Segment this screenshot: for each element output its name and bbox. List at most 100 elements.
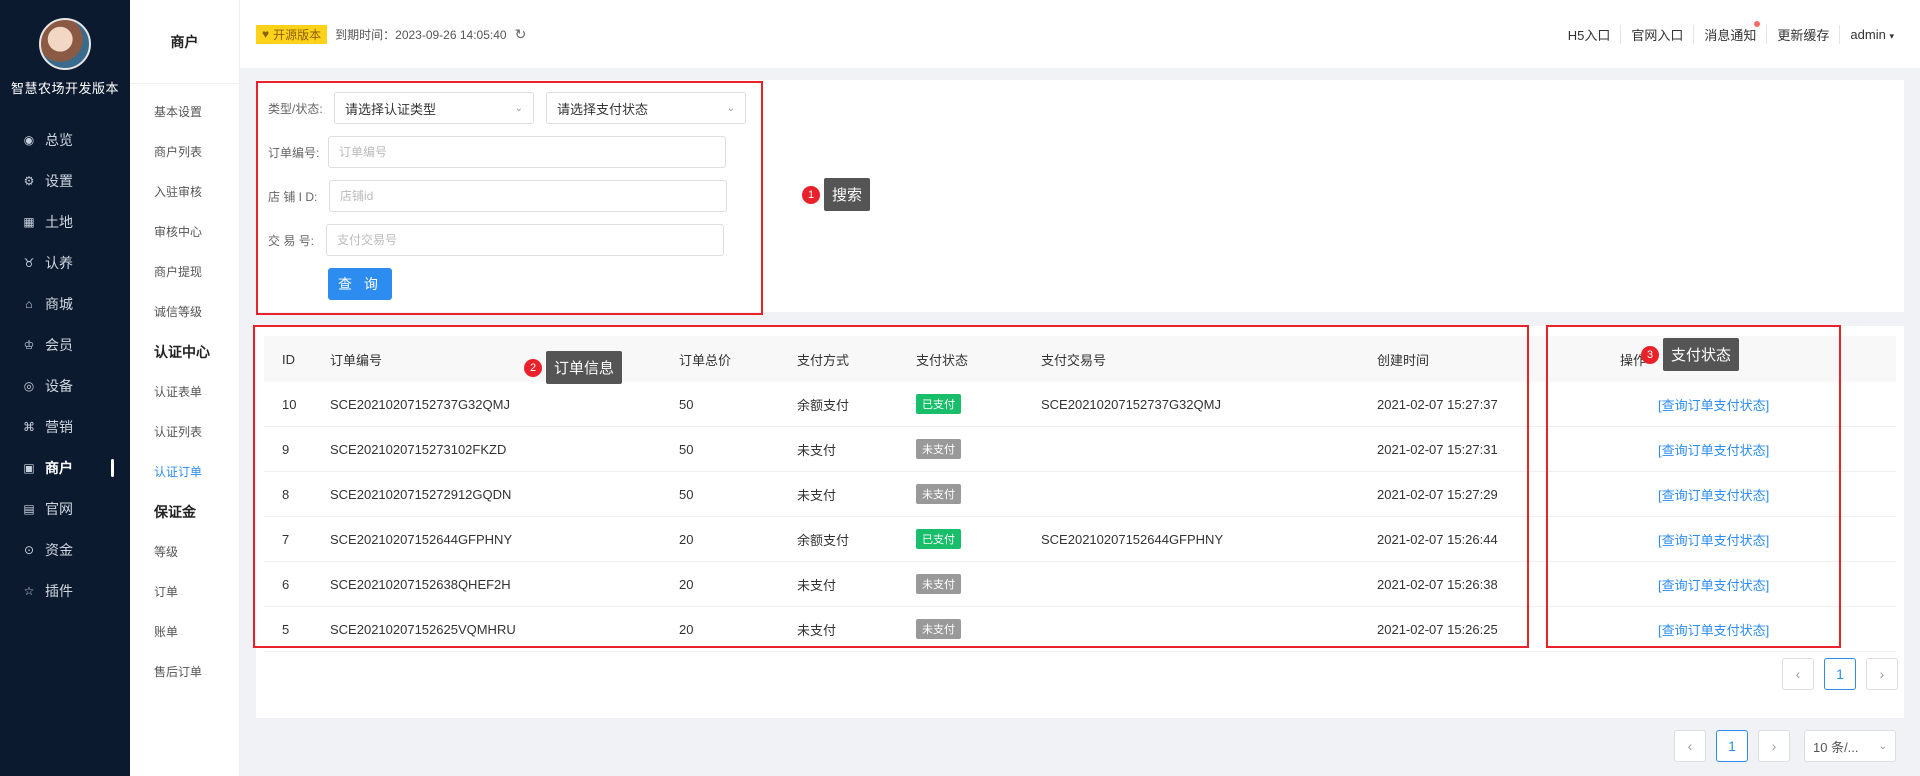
- dashboard-icon: ◉: [23, 132, 35, 147]
- col-total: 订单总价: [679, 352, 732, 368]
- submenu-item[interactable]: 诚信等级: [130, 292, 239, 332]
- cell-pay-method: 余额支付: [797, 397, 850, 413]
- refresh-icon[interactable]: ↻: [515, 26, 527, 43]
- refresh-cache-link[interactable]: 更新缓存: [1767, 24, 1841, 44]
- nav-item[interactable]: ◎ 设备: [0, 365, 130, 406]
- cell-pay-method: 未支付: [797, 577, 837, 593]
- query-pay-status-link[interactable]: [查询订单支付状态]: [1658, 620, 1769, 639]
- brand-avatar: [39, 18, 91, 70]
- annotation-search: 1 搜索: [802, 178, 871, 211]
- shop-id-label: 店 铺 I D:: [268, 189, 318, 204]
- nav-item[interactable]: ⌘ 营销: [0, 406, 130, 447]
- query-pay-status-link[interactable]: [查询订单支付状态]: [1658, 530, 1769, 549]
- status-badge: 已支付: [916, 529, 961, 549]
- submenu-item[interactable]: 认证列表: [130, 412, 239, 452]
- money-icon: ⊙: [23, 542, 35, 557]
- col-id: ID: [282, 351, 295, 367]
- cell-id: 7: [282, 531, 290, 547]
- nav-item[interactable]: ⊙ 资金: [0, 529, 130, 570]
- prev-page-button[interactable]: ‹: [1674, 730, 1706, 762]
- cell-total: 20: [679, 621, 694, 637]
- search-panel: 类型/状态: 请选择认证类型 ⌄ 请选择支付状态 ⌄ 订单编号: 店 铺 I D…: [256, 80, 1904, 312]
- cell-total: 50: [679, 441, 694, 457]
- query-pay-status-link[interactable]: [查询订单支付状态]: [1658, 395, 1769, 414]
- h5-entry-link[interactable]: H5入口: [1558, 24, 1622, 44]
- notification-link[interactable]: 消息通知: [1694, 20, 1768, 44]
- submenu-item[interactable]: 商户列表: [130, 132, 239, 172]
- next-page-button[interactable]: ›: [1866, 658, 1898, 690]
- cell-pay-status: 已支付: [916, 529, 961, 549]
- user-menu[interactable]: admin ▾: [1840, 27, 1904, 42]
- shop-id-input[interactable]: [329, 180, 727, 212]
- nav-item[interactable]: ▣ 商户: [0, 447, 130, 488]
- nav-item[interactable]: ☆ 插件: [0, 570, 130, 611]
- submenu-item[interactable]: 订单: [130, 572, 239, 612]
- main-sidebar: 智慧农场开发版本 ◉ 总览 ⚙ 设置 ▦ 土地 ♉ 认养 ⌂ 商城 ♔ 会员 ◎ 设备 ⌘ 营销 ▣ 商户 ▤ 官网 ⊙…: [0, 0, 130, 776]
- nav-item[interactable]: ♔ 会员: [0, 324, 130, 365]
- nav-item-label: 商城: [45, 295, 73, 312]
- annotation-label: 搜索: [824, 178, 871, 211]
- submenu-item[interactable]: 商户提现: [130, 252, 239, 292]
- submenu-item[interactable]: 认证表单: [130, 372, 239, 412]
- cell-created: 2021-02-07 15:27:29: [1377, 486, 1498, 502]
- notification-dot: [1754, 20, 1761, 27]
- submenu-item[interactable]: 账单: [130, 612, 239, 652]
- page-button[interactable]: 1: [1716, 730, 1748, 762]
- next-page-button[interactable]: ›: [1758, 730, 1790, 762]
- website-entry-link[interactable]: 官网入口: [1621, 24, 1695, 44]
- nav-item[interactable]: ◉ 总览: [0, 119, 130, 160]
- order-table-panel: ID 订单编号 订单总价 支付方式 支付状态 支付交易号 创建时间 操作 10 S…: [256, 326, 1904, 718]
- submenu-item[interactable]: 基本设置: [130, 92, 239, 132]
- badge-label: 开源版本: [273, 27, 322, 42]
- brand: 智慧农场开发版本: [0, 0, 130, 97]
- cell-total: 50: [679, 486, 694, 502]
- nav-item-label: 插件: [45, 582, 73, 599]
- col-created: 创建时间: [1377, 352, 1430, 368]
- notification-label: 消息通知: [1704, 27, 1757, 43]
- cell-trade-no: SCE20210207152737G32QMJ: [1041, 396, 1221, 412]
- submenu-item[interactable]: 认证订单: [130, 452, 239, 492]
- query-pay-status-link[interactable]: [查询订单支付状态]: [1658, 440, 1769, 459]
- nav-item[interactable]: ♉ 认养: [0, 242, 130, 283]
- table-row: 9 SCE202102071527310​2FKZD 50 未支付 未支付 2021-02…: [264, 427, 1896, 472]
- query-pay-status-link[interactable]: [查询订单支付状态]: [1658, 575, 1769, 594]
- annotation-number: 3: [1641, 345, 1659, 364]
- submenu-item[interactable]: 入驻审核: [130, 172, 239, 212]
- page-button[interactable]: 1: [1824, 658, 1856, 690]
- cell-pay-method: 未支付: [797, 442, 837, 458]
- prev-page-button[interactable]: ‹: [1782, 658, 1814, 690]
- pay-status-select[interactable]: 请选择支付状态 ⌄: [546, 92, 746, 124]
- table-row: 8 SCE20210207152729​12GQDN 50 未支付 未支付 2021-02…: [264, 472, 1896, 517]
- nav-item[interactable]: ▤ 官网: [0, 488, 130, 529]
- order-no-input[interactable]: [328, 136, 726, 168]
- cell-order-no: SCE20210207152644GFPHNY: [330, 531, 513, 547]
- cell-order-no: SCE20210207152729​12GQDN: [330, 486, 512, 502]
- nav-item[interactable]: ⚙ 设置: [0, 160, 130, 201]
- pay-status-value: 请选择支付状态: [557, 101, 649, 117]
- nav-item-label: 资金: [45, 541, 73, 558]
- cell-created: 2021-02-07 15:26:25: [1377, 621, 1498, 637]
- nav-item[interactable]: ▦ 土地: [0, 201, 130, 242]
- col-order-no: 订单编号: [330, 352, 383, 368]
- submenu-item[interactable]: 等级: [130, 532, 239, 572]
- query-button[interactable]: 查 询: [328, 268, 392, 300]
- col-pay-method: 支付方式: [797, 352, 850, 368]
- top-header: ♥ 开源版本 到期时间：2023-09-26 14:05:40 ↻ H5入口 官…: [240, 0, 1920, 68]
- chevron-left-icon: ‹: [1795, 666, 1801, 682]
- nav-item-label: 总览: [45, 131, 73, 148]
- cell-id: 10: [282, 396, 297, 412]
- page-size-select[interactable]: 10 条/... ⌄: [1804, 730, 1896, 762]
- cell-order-no: SCE20210207152625VQMHRU: [330, 621, 516, 637]
- table-row: 7 SCE20210207152644GFPHNY 20 余额支付 已支付 SCE2021…: [264, 517, 1896, 562]
- cell-pay-method: 未支付: [797, 622, 837, 638]
- submenu-item[interactable]: 审核中心: [130, 212, 239, 252]
- query-pay-status-link[interactable]: [查询订单支付状态]: [1658, 485, 1769, 504]
- auth-type-select[interactable]: 请选择认证类型 ⌄: [334, 92, 534, 124]
- submenu-item[interactable]: 售后订单: [130, 652, 239, 692]
- auth-type-value: 请选择认证类型: [345, 101, 437, 117]
- trade-no-input[interactable]: [326, 224, 724, 256]
- submenu-title: 商户: [130, 0, 239, 84]
- cell-total: 50: [679, 396, 694, 412]
- cell-total: 20: [679, 531, 694, 547]
- nav-item[interactable]: ⌂ 商城: [0, 283, 130, 324]
